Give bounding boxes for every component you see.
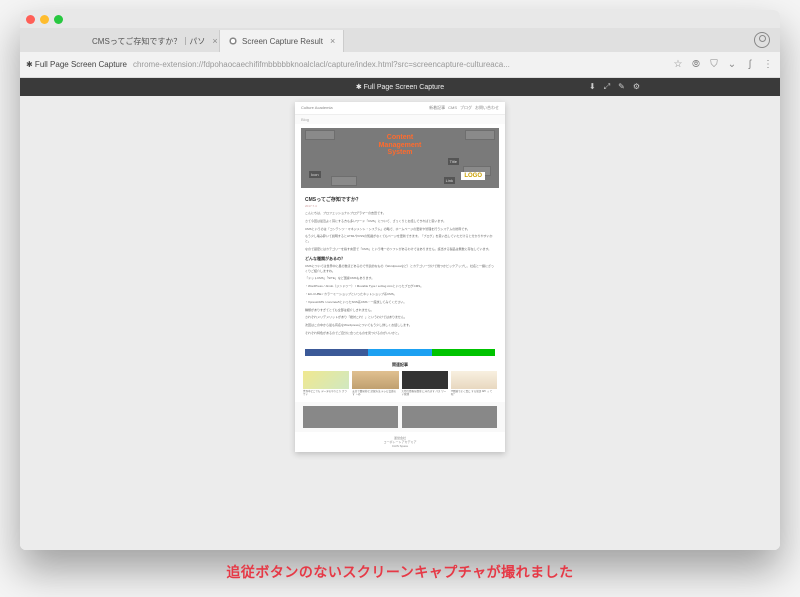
hero-box-title: Title (448, 158, 459, 165)
script-icon[interactable]: ʃ (744, 59, 756, 71)
url-display[interactable]: chrome-extension://fdpohaocaechififmbbbb… (133, 60, 666, 69)
viewport: ✱ Full Page Screen Capture ⬇ ⤢ ✎ ⚙ Cultu… (20, 78, 780, 550)
favicon-icon (228, 36, 238, 46)
edit-icon[interactable]: ✎ (618, 82, 625, 92)
download-icon[interactable]: ⬇ (589, 82, 596, 92)
paragraph: ・WordPress / Jimdo（ジンドゥー） / Movable Type… (305, 284, 495, 289)
window-zoom-button[interactable] (54, 15, 63, 24)
profile-avatar-icon[interactable] (754, 32, 770, 48)
related-thumb (451, 371, 497, 389)
article-date: 2017.7.4 (305, 204, 495, 208)
related-thumb (402, 371, 448, 389)
related-card[interactable]: 大切な情報を簡単 に守れます パス ワード管理 (402, 371, 448, 396)
related-thumb (352, 371, 398, 389)
paragraph: なので厳密にはカテゴリーを指す言葉で「CMS」という唯一のソフトがあるわけではあ… (305, 247, 495, 252)
star-icon[interactable]: ☆ (672, 59, 684, 71)
share-line-button[interactable] (432, 349, 495, 356)
hero-image: Content Management System Icon Title Lin… (301, 128, 499, 188)
extension-name: ✱ Full Page Screen Capture (26, 60, 127, 69)
nav-item[interactable]: 新着記事 (429, 105, 445, 111)
article-body: CMSってご存知ですか？ 2017.7.4 こんにちは、プロフェッショナルプログ… (295, 192, 505, 343)
paragraph: CMSについては世界中に星の数ほどあるので代表的なもの（Wordpressなど）… (305, 264, 495, 274)
nav-item[interactable]: CMS (448, 105, 457, 111)
address-bar: ✱ Full Page Screen Capture chrome-extens… (20, 52, 780, 78)
nav-item[interactable]: お問い合わせ (475, 105, 499, 111)
related-thumb (303, 371, 349, 389)
hero-title: Content Management System (379, 134, 422, 157)
paragraph: さて今回は最近よく耳にする方も多いワード「CMS」について、ざっくりとお話しでき… (305, 219, 495, 224)
related-list: 世界中どこでも データのやりとり クラウド 安全で簡易的な 記録方法 テレビ会議… (295, 371, 505, 396)
pocket-icon[interactable]: ⌄ (726, 59, 738, 71)
footer-text: 運営会社 コーポレートアカデミア CAIS Space (295, 432, 505, 452)
footer-image (303, 406, 398, 428)
capture-toolbar: ✱ Full Page Screen Capture ⬇ ⤢ ✎ ⚙ (20, 78, 780, 96)
browser-tab[interactable]: Screen Capture Result × (220, 30, 344, 52)
paragraph: それぞれ特色があるのでご自分に合ったものを見つけるのがいいかと。 (305, 331, 495, 336)
paragraph: ・EC-CUBE / カラーミーショップといったネットショップ系CMS。 (305, 292, 495, 297)
share-twitter-button[interactable] (368, 349, 431, 356)
related-text: IT関連でよく耳に する単語 API っ て何？ (451, 390, 497, 396)
close-icon[interactable]: × (212, 36, 217, 46)
captured-page: Culture Academia 新着記事 CMS ブログ お問い合わせ Blo… (295, 102, 505, 452)
footer-image (402, 406, 497, 428)
window-titlebar (20, 10, 780, 28)
paragraph: CMSというのは「コンテンツ・マネジメント・システム」の略で、ホームページの更新… (305, 227, 495, 232)
site-nav: 新着記事 CMS ブログ お問い合わせ (429, 105, 499, 111)
nav-item[interactable]: ブログ (460, 105, 472, 111)
paragraph: こんにちは、プロフェッショナルプログラマーの吉田です。 (305, 211, 495, 216)
related-card[interactable]: IT関連でよく耳に する単語 API っ て何？ (451, 371, 497, 396)
tab-title: CMSってご存知ですか？｜パソ (92, 36, 205, 47)
tab-bar: CMSってご存知ですか？｜パソ × Screen Capture Result … (20, 28, 780, 52)
article-title: CMSってご存知ですか？ (305, 196, 495, 203)
browser-tab[interactable]: CMSってご存知ですか？｜パソ × (80, 30, 220, 52)
tab-title: Screen Capture Result (242, 37, 323, 46)
site-header: Culture Academia 新着記事 CMS ブログ お問い合わせ (295, 102, 505, 115)
gear-icon[interactable]: ⚙ (633, 82, 640, 92)
paragraph: 次回はこの中から最も有名なWordpressについてもう少し詳しくお話しします。 (305, 323, 495, 328)
shield-icon[interactable]: ⛉ (708, 59, 720, 71)
related-text: 世界中どこでも データのやりとり クラウド (303, 390, 349, 396)
paragraph: されぞれメリデメリットがあり「絶対これ！」というわけではありません。 (305, 315, 495, 320)
article-subhead: どんな種類があるの？ (305, 256, 495, 262)
paragraph: ・XpressCMS / concrete5といったSNS系CMS・一度試してみ… (305, 300, 495, 305)
annotation-caption: 追従ボタンのないスクリーンキャプチャが撮れました (226, 562, 573, 582)
hero-box-link: Link (444, 177, 455, 184)
hero-logo-box: LOGO (461, 172, 485, 180)
share-bar (305, 349, 495, 356)
share-facebook-button[interactable] (305, 349, 368, 356)
expand-icon[interactable]: ⤢ (604, 82, 610, 92)
paragraph: もう少し噛み砕いて説明するとHTMLやCSSの知識がなくてもページを更新できます… (305, 234, 495, 244)
window-close-button[interactable] (26, 15, 35, 24)
section-label: Blog (295, 115, 505, 124)
footer-gallery (295, 402, 505, 432)
related-heading: 関連記事 (295, 362, 505, 368)
close-icon[interactable]: × (330, 36, 335, 46)
window-minimize-button[interactable] (40, 15, 49, 24)
paragraph: 「ドットCMS」「SITE」など国産CMSもあります。 (305, 276, 495, 281)
related-card[interactable]: 世界中どこでも データのやりとり クラウド (303, 371, 349, 396)
site-logo: Culture Academia (301, 105, 333, 111)
paragraph: 種類がありすぎてとても全部は紹介しきれません。 (305, 308, 495, 313)
related-card[interactable]: 安全で簡易的な 記録方法 テレビ会議のす ゝめ (352, 371, 398, 396)
camera-icon[interactable]: ⦾ (690, 59, 702, 71)
menu-icon[interactable]: ⋮ (762, 59, 774, 71)
related-text: 安全で簡易的な 記録方法 テレビ会議のす ゝめ (352, 390, 398, 396)
hero-box-icon: Icon (309, 171, 321, 178)
related-text: 大切な情報を簡単 に守れます パス ワード管理 (402, 390, 448, 396)
browser-window: CMSってご存知ですか？｜パソ × Screen Capture Result … (20, 10, 780, 550)
capture-app-label: ✱ Full Page Screen Capture (356, 83, 444, 91)
